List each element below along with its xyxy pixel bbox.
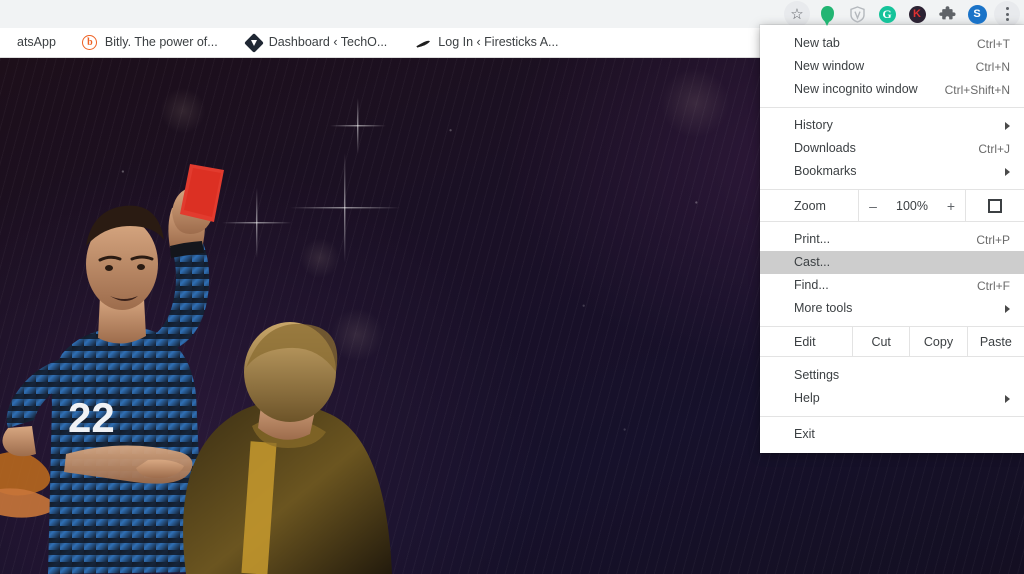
firesticks-icon	[415, 35, 431, 51]
menu-item-label: Find...	[794, 278, 829, 293]
menu-item-label: Downloads	[794, 141, 856, 156]
copy-button[interactable]: Copy	[909, 327, 966, 356]
profile-initial: S	[967, 4, 987, 24]
fullscreen-icon	[988, 198, 1002, 213]
bokeh-light-4	[160, 88, 206, 134]
menu-zoom-row: Zoom – 100% +	[760, 189, 1024, 222]
bookmark-star-icon[interactable]: ☆	[782, 0, 812, 28]
zoom-out-button[interactable]: –	[866, 199, 880, 213]
bookmark-item-whatsapp[interactable]: atsApp	[0, 31, 65, 55]
menu-item-settings[interactable]: Settings	[760, 364, 1024, 387]
grammarly-icon[interactable]: G	[872, 0, 902, 28]
menu-separator	[760, 107, 1024, 108]
star-glyph: ☆	[790, 5, 804, 23]
chrome-main-menu: New tab Ctrl+T New window Ctrl+N New inc…	[760, 25, 1024, 453]
menu-item-bookmarks[interactable]: Bookmarks	[760, 160, 1024, 183]
extensions-puzzle-icon[interactable]	[932, 0, 962, 28]
menu-item-shortcut: Ctrl+J	[978, 141, 1010, 156]
referee-and-player-illustration: 22	[0, 164, 392, 574]
menu-item-shortcut: Ctrl+P	[976, 232, 1010, 247]
location-pin-icon[interactable]	[812, 0, 842, 28]
chevron-right-icon	[1005, 121, 1010, 130]
menu-item-shortcut: Ctrl+F	[977, 278, 1010, 293]
menu-item-cast[interactable]: Cast...	[760, 251, 1024, 274]
menu-item-downloads[interactable]: Downloads Ctrl+J	[760, 137, 1024, 160]
profile-avatar[interactable]: S	[962, 0, 992, 28]
fullscreen-button[interactable]	[966, 190, 1024, 221]
menu-separator	[760, 416, 1024, 417]
menu-item-label: New window	[794, 59, 865, 74]
menu-item-label: New incognito window	[794, 82, 918, 97]
vpn-shield-icon[interactable]	[842, 0, 872, 28]
svg-text:22: 22	[68, 394, 115, 441]
browser-window: 22 atsApp b Bitly. The power of... Dashb…	[0, 0, 1024, 574]
menu-item-new-window[interactable]: New window Ctrl+N	[760, 55, 1024, 78]
bokeh-light-1	[660, 68, 730, 138]
bookmark-item-techo-dashboard[interactable]: Dashboard ‹ TechO...	[237, 31, 397, 55]
menu-item-exit[interactable]: Exit	[760, 423, 1024, 446]
cut-button[interactable]: Cut	[852, 327, 909, 356]
zoom-level-value: 100%	[896, 198, 928, 213]
techo-diamond-icon	[243, 32, 264, 53]
toolbar-icon-group: ☆ G K S	[782, 0, 1024, 28]
menu-edit-row: Edit Cut Copy Paste	[760, 326, 1024, 357]
menu-item-label: Help	[794, 391, 820, 406]
menu-item-shortcut: Ctrl+T	[977, 36, 1010, 51]
menu-item-history[interactable]: History	[760, 114, 1024, 137]
bookmark-item-bitly[interactable]: b Bitly. The power of...	[73, 31, 227, 55]
menu-item-label: New tab	[794, 36, 840, 51]
menu-item-more-tools[interactable]: More tools	[760, 297, 1024, 320]
menu-item-label: Cast...	[794, 255, 831, 270]
bookmark-label: atsApp	[17, 35, 56, 50]
menu-item-label: Bookmarks	[794, 164, 857, 179]
menu-item-shortcut: Ctrl+N	[975, 59, 1010, 74]
menu-item-label: Print...	[794, 232, 831, 247]
kaspersky-letter: K	[908, 5, 926, 23]
menu-item-label: Exit	[794, 427, 815, 442]
grammarly-letter: G	[878, 5, 896, 23]
bookmark-item-firesticks-login[interactable]: Log In ‹ Firesticks A...	[406, 31, 567, 55]
menu-item-label: History	[794, 118, 833, 133]
chevron-right-icon	[1005, 394, 1010, 403]
paste-button[interactable]: Paste	[966, 327, 1024, 356]
chevron-right-icon	[1005, 304, 1010, 313]
menu-item-print[interactable]: Print... Ctrl+P	[760, 228, 1024, 251]
zoom-in-button[interactable]: +	[944, 199, 958, 213]
whatsapp-icon	[0, 35, 10, 51]
zoom-label: Zoom	[794, 198, 826, 213]
zoom-controls: – 100% +	[858, 190, 966, 221]
menu-item-label: More tools	[794, 301, 853, 316]
menu-item-shortcut: Ctrl+Shift+N	[944, 82, 1010, 97]
chevron-right-icon	[1005, 167, 1010, 176]
menu-item-label: Settings	[794, 368, 840, 383]
bitly-icon: b	[82, 35, 98, 51]
bookmark-label: Dashboard ‹ TechO...	[268, 35, 388, 50]
menu-item-new-incognito-window[interactable]: New incognito window Ctrl+Shift+N	[760, 78, 1024, 101]
kaspersky-icon[interactable]: K	[902, 0, 932, 28]
menu-item-help[interactable]: Help	[760, 387, 1024, 410]
menu-item-find[interactable]: Find... Ctrl+F	[760, 274, 1024, 297]
edit-label: Edit	[794, 334, 816, 349]
menu-item-new-tab[interactable]: New tab Ctrl+T	[760, 32, 1024, 55]
bookmark-label: Bitly. The power of...	[104, 35, 218, 50]
bookmark-label: Log In ‹ Firesticks A...	[438, 35, 559, 50]
chrome-menu-kebab-icon[interactable]	[992, 0, 1022, 28]
